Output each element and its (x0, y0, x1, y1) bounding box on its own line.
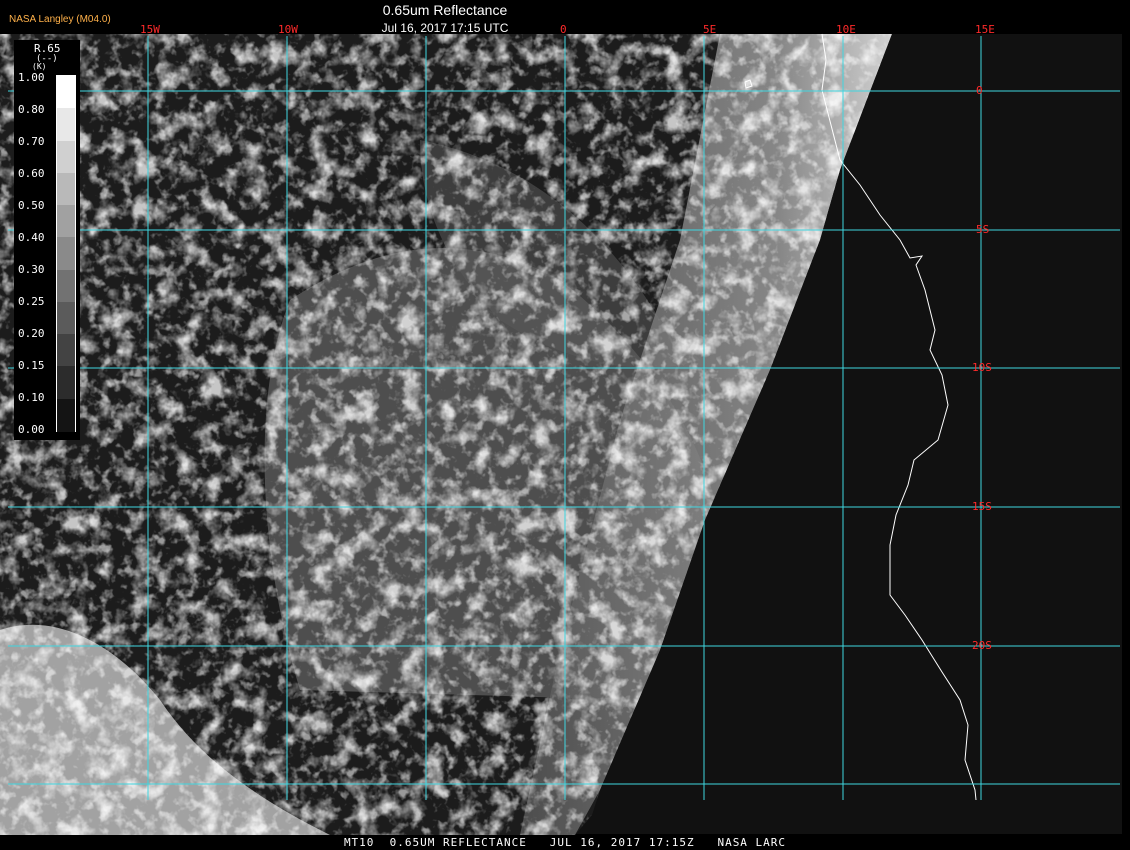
legend-label: 0.10 (18, 391, 45, 404)
legend-swatch (57, 269, 75, 303)
legend-swatch (57, 108, 75, 142)
lon-label: 10W (278, 23, 298, 36)
satellite-image (0, 0, 1130, 850)
lon-label: 15E (975, 23, 995, 36)
legend-label: 1.00 (18, 71, 45, 84)
legend-label: 0.20 (18, 327, 45, 340)
lon-label: 0 (560, 23, 567, 36)
lat-label: 20S (972, 639, 992, 652)
lon-label: 10E (836, 23, 856, 36)
legend-swatch (57, 398, 75, 432)
legend-swatch (57, 366, 75, 400)
legend-label: 0.80 (18, 103, 45, 116)
lat-label: 0 (976, 84, 983, 97)
footer-caption: MT10 0.65UM REFLECTANCE JUL 16, 2017 17:… (343, 836, 787, 849)
lon-label: 5E (703, 23, 717, 36)
legend-color-ramp (56, 75, 76, 432)
legend-swatch (57, 205, 75, 239)
legend-swatch (57, 140, 75, 174)
legend-label: 0.60 (18, 167, 45, 180)
map-title: 0.65um Reflectance (382, 2, 508, 18)
legend-label: 0.70 (18, 135, 45, 148)
color-legend: R.65 (--) (K) 1.00 0.80 0.70 0.60 0.50 0.40 0.… (14, 40, 80, 440)
legend-label: 0.40 (18, 231, 45, 244)
map-timestamp: Jul 16, 2017 17:15 UTC (381, 21, 509, 35)
lon-label: 15W (140, 23, 160, 36)
legend-swatch (57, 76, 75, 110)
legend-unit-sub: (K) (32, 62, 47, 71)
legend-label: 0.15 (18, 359, 45, 372)
legend-swatch (57, 237, 75, 271)
lat-label: 10S (972, 361, 992, 374)
legend-swatch (57, 301, 75, 336)
legend-label: 0.00 (18, 423, 45, 436)
legend-label: 0.50 (18, 199, 45, 212)
legend-label: 0.30 (18, 263, 45, 276)
legend-swatch (57, 334, 75, 368)
legend-swatch (57, 172, 75, 207)
legend-label: 0.25 (18, 295, 45, 308)
lat-label: 5S (976, 223, 990, 236)
lat-label: 15S (972, 500, 992, 513)
